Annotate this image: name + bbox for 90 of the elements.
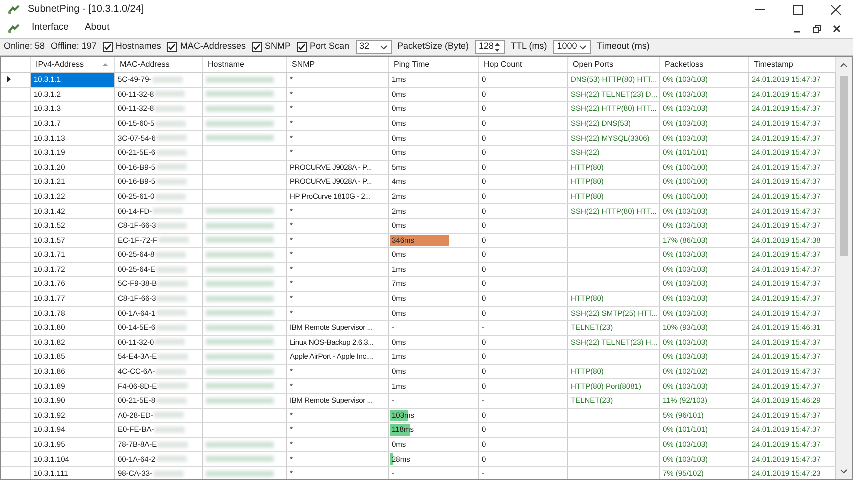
column-header[interactable]: Hop Count [479,57,568,72]
blurred-text [157,296,188,302]
blurred-text [206,339,274,346]
maximize-icon[interactable] [793,4,803,14]
scrollbar[interactable] [836,57,852,479]
number-spinner[interactable]: 128 [475,40,506,54]
blurred-text [156,135,187,142]
blurred-text [206,398,274,404]
column-header[interactable]: SNMP [287,57,389,72]
blurred-text [156,456,187,462]
scroll-thumb[interactable] [840,76,848,256]
blurred-text [206,222,274,229]
blurred-text [156,252,186,258]
checkbox-label: Hostnames [116,40,162,54]
blurred-text [156,398,187,404]
window-title: SubnetPing - [10.3.1.0/24] [28,3,144,17]
online-count: Online: 58 [4,40,46,54]
blurred-text [158,237,189,244]
column-header[interactable]: MAC-Address [115,57,203,72]
checkbox[interactable] [252,42,262,52]
blurred-text [206,76,274,83]
blurred-text [158,383,188,390]
field-label: PacketSize (Byte) [398,40,470,54]
blurred-text [206,91,274,98]
column-header[interactable]: Packetloss [660,57,749,72]
blurred-text [154,412,184,418]
blurred-text [155,106,186,112]
blurred-text [206,383,274,390]
blurred-text [206,456,274,462]
network-app-icon [8,4,20,14]
blurred-text [156,194,186,200]
column-header[interactable]: Open Ports [568,57,660,72]
blurred-text [155,339,186,346]
checkbox[interactable] [167,42,178,52]
blurred-text [206,470,274,477]
offline-count: Offline: 197 [51,40,97,54]
blurred-text [154,470,184,477]
blurred-text [158,281,188,288]
blurred-text [206,106,274,112]
blurred-text [156,324,187,331]
dropdown[interactable]: 32 [356,40,392,54]
blurred-text [206,310,274,316]
blurred-text [156,266,187,273]
blurred-text [206,120,274,127]
menu-item[interactable]: Interface [24,21,77,36]
checkbox[interactable] [296,42,307,52]
blurred-text [152,76,183,83]
blurred-text [206,266,274,273]
blurred-text [206,281,274,288]
blurred-text [156,310,187,316]
column-header[interactable]: IPv4-Address [31,57,115,72]
field-label: Timeout (ms) [597,40,650,54]
field-label: TTL (ms) [511,40,548,54]
scroll-up-icon[interactable] [840,62,848,68]
column-header[interactable]: Hostname [203,57,287,72]
blurred-text [206,368,274,375]
checkbox-label: Port Scan [310,40,350,54]
checkbox[interactable] [102,42,113,52]
blurred-text [155,427,186,434]
blurred-text [155,91,186,98]
blurred-text [206,296,274,302]
blurred-text [156,150,187,156]
blurred-text [206,324,274,331]
network-app-icon [8,24,20,34]
close-icon[interactable] [831,4,841,14]
spin-arrows-icon[interactable] [494,42,502,52]
restore-icon[interactable] [813,24,821,32]
column-header[interactable]: Ping Time [389,57,479,72]
blurred-text [156,368,186,375]
blurred-text [206,135,274,142]
sort-ascending-icon [102,62,109,66]
blurred-text [158,442,188,448]
current-row-icon [7,76,11,84]
checkbox-label: MAC-Addresses [180,40,246,54]
blurred-text [206,354,274,360]
menu-item[interactable]: About [76,21,118,36]
blurred-text [156,178,187,185]
blurred-text [156,164,187,170]
close-icon[interactable] [833,24,841,32]
blurred-text [157,222,188,229]
blurred-text [206,208,274,214]
blurred-text [156,120,186,127]
blurred-text [206,252,274,258]
blurred-text [206,237,274,244]
blurred-text [153,208,184,214]
dropdown[interactable]: 1000 [553,40,592,54]
blurred-text [206,442,274,448]
checkbox-label: SNMP [264,40,291,54]
scroll-down-icon[interactable] [840,469,848,475]
blurred-text [158,354,188,360]
